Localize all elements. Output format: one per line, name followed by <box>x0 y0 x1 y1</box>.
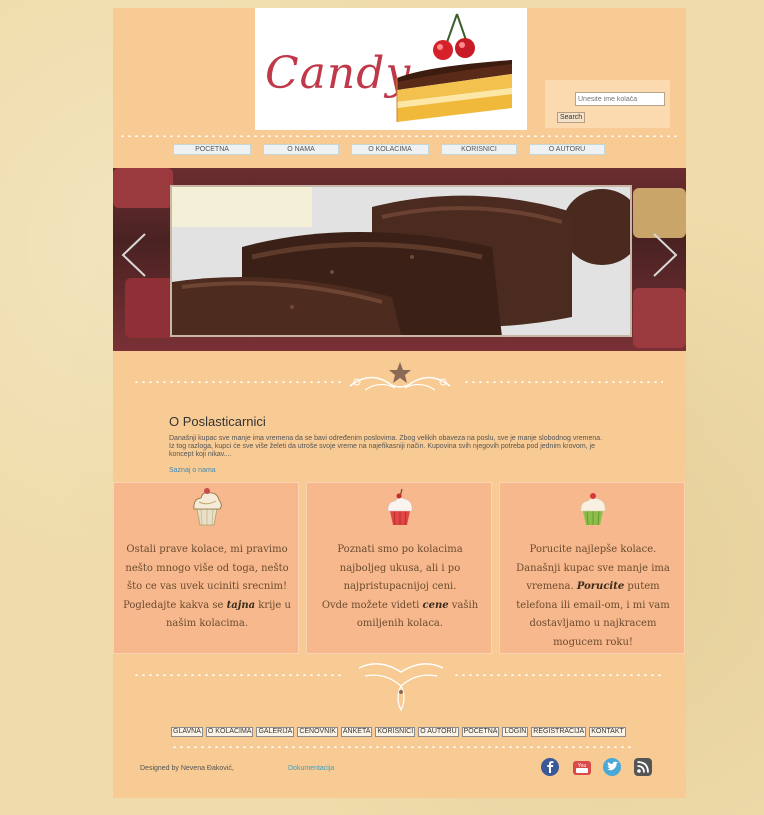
dotted-divider <box>171 746 633 748</box>
search-button[interactable]: Search <box>557 112 586 123</box>
twitter-icon[interactable] <box>602 757 622 777</box>
dotted-divider <box>453 674 663 676</box>
footer-link-o-kolacima[interactable]: O KOLACIMA <box>205 727 254 737</box>
footer-link-galerija[interactable]: GALERIJA <box>256 727 295 737</box>
cupcake-icon <box>193 488 222 526</box>
feature-box-prices: Poznati smo po kolacima najboljeg ukusa,… <box>306 482 492 654</box>
image-slider <box>113 168 686 351</box>
rss-icon[interactable] <box>633 757 653 777</box>
nav-item-o-nama[interactable]: O NAMA <box>263 144 339 155</box>
dotted-divider <box>133 381 343 383</box>
youtube-icon[interactable]: You <box>572 757 592 777</box>
main-nav: POCETNA O NAMA O KOLACIMA KORISNICI O AU… <box>173 144 605 156</box>
credit-text: Designed by Nevena Đaković, <box>140 765 234 772</box>
page-container: Candy Search POCETNA O NAMA O KOLACIMA K… <box>113 8 686 798</box>
slider-background-cake <box>113 168 173 208</box>
search-box: Search <box>545 80 670 128</box>
feature-box-text: Ostali prave kolace, mi pravimo nešto mn… <box>123 544 291 629</box>
footer-link-registracija[interactable]: REGISTRACIJA <box>531 727 587 737</box>
feature-box-order: Porucite najlepše kolace. Današnji kupac … <box>499 482 685 654</box>
slider-next-arrow-icon[interactable] <box>650 230 680 280</box>
documentation-link[interactable]: Dokumentacija <box>288 765 334 772</box>
logo[interactable]: Candy <box>255 8 527 130</box>
dotted-divider <box>133 674 341 676</box>
footer-link-login[interactable]: LOGIN <box>502 727 529 737</box>
swirl-ornament-icon <box>358 663 444 712</box>
dotted-divider <box>119 135 680 137</box>
about-text: Današnji kupac sve manje ima vremena da … <box>169 435 603 458</box>
footer-link-anketa[interactable]: ANKETA <box>340 727 373 737</box>
facebook-icon[interactable] <box>540 757 560 777</box>
slider-background-cake <box>633 288 686 348</box>
feature-box-text: Porucite najlepše kolace. Današnji kupac … <box>516 544 670 648</box>
footer-link-glavna[interactable]: GLAVNA <box>171 727 203 737</box>
red-cupcake-icon <box>387 488 413 526</box>
slider-prev-arrow-icon[interactable] <box>119 230 149 280</box>
feature-box-secret: Ostali prave kolace, mi pravimo nešto mn… <box>113 482 299 654</box>
feature-box-text: Poznati smo po kolacima najboljeg ukusa,… <box>321 544 479 629</box>
nav-item-pocetna[interactable]: POCETNA <box>173 144 251 155</box>
footer-link-kontakt[interactable]: KONTAKT <box>589 727 626 737</box>
cake-slice-icon <box>396 13 512 122</box>
slider-background-cake <box>125 278 175 338</box>
slide-image <box>170 185 632 337</box>
about-link[interactable]: Saznaj o nama <box>169 467 216 474</box>
green-cupcake-icon <box>580 493 606 526</box>
nav-item-korisnici[interactable]: KORISNICI <box>441 144 517 155</box>
about-title: O Poslasticarnici <box>169 414 266 429</box>
footer-nav: GLAVNA O KOLACIMA GALERIJA CENOVNIK ANKE… <box>171 727 631 737</box>
star-ornament-icon <box>349 362 451 391</box>
dotted-divider <box>463 381 663 383</box>
footer-link-o-autoru[interactable]: O AUTORU <box>418 727 459 737</box>
footer-link-cenovnik[interactable]: CENOVNIK <box>297 727 338 737</box>
nav-item-o-kolacima[interactable]: O KOLACIMA <box>351 144 429 155</box>
nav-item-o-autoru[interactable]: O AUTORU <box>529 144 605 155</box>
chocolate-cake-photo <box>172 187 630 335</box>
search-input[interactable] <box>575 92 665 106</box>
footer-link-pocetna[interactable]: POCETNA <box>461 727 500 737</box>
footer-link-korisnici[interactable]: KORISNICI <box>375 727 416 737</box>
